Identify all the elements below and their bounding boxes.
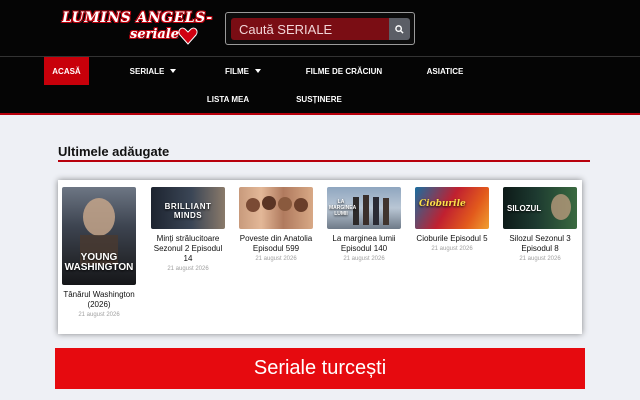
post-poster[interactable]: [239, 187, 313, 229]
search-button[interactable]: [389, 18, 410, 40]
post-date: 21 august 2026: [78, 312, 120, 318]
nav-divider: [0, 113, 640, 115]
nav-item-filme-craciun[interactable]: FILME DE CRĂCIUN: [300, 57, 388, 85]
post-title[interactable]: La marginea lumii Episodul 140: [325, 234, 403, 254]
chevron-down-icon: [170, 69, 177, 73]
post-title[interactable]: Poveste din Anatolia Episodul 599: [237, 234, 315, 254]
poster-caption: SILOZUL: [507, 204, 542, 213]
post-card[interactable]: SILOZUL Silozul Sezonul 3 Episodul 8 21 …: [501, 187, 579, 262]
poster-caption: BRILLIANT MINDS: [164, 202, 212, 220]
nav-label: FILME: [225, 66, 249, 76]
search-input[interactable]: [231, 18, 389, 40]
logo-text-top: LUMINS ANGELS-: [62, 10, 213, 26]
logo-text-bottom: seriale: [130, 27, 180, 42]
post-card[interactable]: Cioburile Cioburile Episodul 5 21 august…: [413, 187, 491, 252]
post-poster[interactable]: YOUNG WASHINGTON: [62, 187, 136, 285]
chevron-down-icon: [255, 69, 261, 73]
poster-artwork: [246, 196, 308, 212]
site-header: LUMINS ANGELS- seriale: [0, 0, 640, 56]
section-heading: Ultimele adăugate: [58, 144, 170, 159]
poster-caption: Cioburile: [419, 199, 466, 209]
nav-item-acasa[interactable]: ACASĂ: [44, 57, 89, 85]
search-icon: [395, 24, 404, 34]
nav-label: FILME DE CRĂCIUN: [305, 66, 383, 76]
banner-label: Seriale turcești: [253, 357, 387, 379]
main-nav: ACASĂ SERIALE FILME FILME DE CRĂCIUN ASI…: [0, 56, 640, 113]
post-poster[interactable]: LA MARGINEA LUMII: [327, 187, 401, 229]
nav-label: ASIATICE: [426, 66, 464, 76]
post-title[interactable]: Minți strălucitoare Sezonul 2 Episodul 1…: [149, 234, 227, 264]
post-title[interactable]: Silozul Sezonul 3 Episodul 8: [501, 234, 579, 254]
nav-label: ACASĂ: [52, 66, 81, 76]
post-poster[interactable]: BRILLIANT MINDS: [151, 187, 225, 229]
category-banner[interactable]: Seriale turcești: [55, 348, 585, 389]
post-poster[interactable]: Cioburile: [415, 187, 489, 229]
heart-icon: [178, 27, 198, 45]
post-card[interactable]: BRILLIANT MINDS Minți strălucitoare Sezo…: [149, 187, 227, 272]
nav-item-lista-mea[interactable]: LISTA MEA: [200, 85, 256, 113]
post-title[interactable]: Cioburile Episodul 5: [413, 234, 491, 244]
site-logo[interactable]: LUMINS ANGELS- seriale: [62, 10, 212, 50]
latest-posts-panel: YOUNG WASHINGTON Tânărul Washington (202…: [58, 180, 582, 334]
poster-caption: YOUNG WASHINGTON: [64, 252, 134, 273]
post-card[interactable]: YOUNG WASHINGTON Tânărul Washington (202…: [60, 187, 138, 318]
nav-item-asiatice[interactable]: ASIATICE: [418, 57, 472, 85]
post-date: 21 august 2026: [519, 256, 561, 262]
nav-item-seriale[interactable]: SERIALE: [118, 57, 188, 85]
post-date: 21 august 2026: [343, 256, 385, 262]
post-date: 21 august 2026: [431, 246, 473, 252]
nav-label: SUSȚINERE: [296, 94, 342, 104]
post-poster[interactable]: SILOZUL: [503, 187, 577, 229]
post-card[interactable]: LA MARGINEA LUMII La marginea lumii Epis…: [325, 187, 403, 262]
nav-item-sustinere[interactable]: SUSȚINERE: [290, 85, 348, 113]
post-card[interactable]: Poveste din Anatolia Episodul 599 21 aug…: [237, 187, 315, 262]
post-date: 21 august 2026: [167, 266, 209, 272]
search-bar: [225, 12, 415, 45]
nav-label: LISTA MEA: [206, 94, 250, 104]
post-date: 21 august 2026: [255, 256, 297, 262]
nav-item-filme[interactable]: FILME: [212, 57, 274, 85]
post-title[interactable]: Tânărul Washington (2026): [60, 290, 138, 310]
poster-caption: LA MARGINEA LUMII: [329, 199, 357, 217]
nav-label: SERIALE: [129, 66, 165, 76]
section-divider: [58, 160, 590, 162]
